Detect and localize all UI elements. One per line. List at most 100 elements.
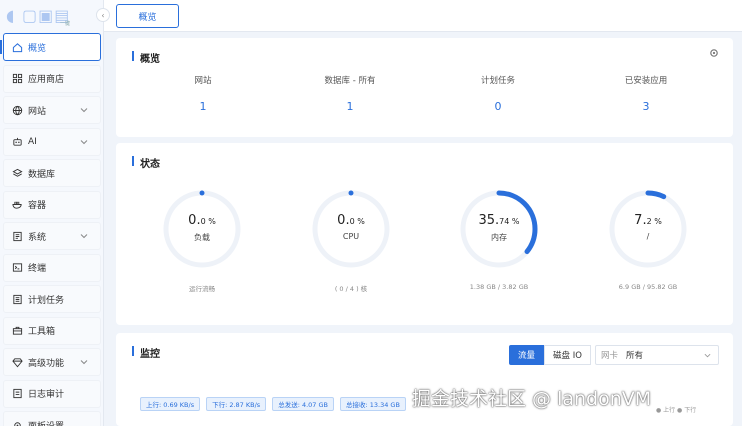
overview-value[interactable]: 0 bbox=[438, 100, 558, 113]
sidebar-item-label: 系统 bbox=[28, 232, 47, 243]
sidebar-item-9[interactable]: 工具箱 bbox=[3, 316, 101, 345]
status-title: 状态 bbox=[132, 155, 160, 170]
gauge-label: 负载 bbox=[194, 233, 210, 242]
chevron-down-icon bbox=[80, 108, 88, 113]
overview-value[interactable]: 3 bbox=[586, 100, 706, 113]
overview-apps[interactable]: 已安装应用 3 bbox=[586, 74, 706, 113]
gauge-value: 0.0 % bbox=[311, 213, 391, 228]
diamond-icon bbox=[11, 356, 23, 368]
tab-disk-io[interactable]: 磁盘 IO bbox=[544, 345, 591, 365]
stat-upload: 上行: 0.69 KB/s bbox=[140, 397, 201, 411]
sidebar-item-label: 应用商店 bbox=[28, 75, 65, 85]
logo: ◖ ▢▣▤ bbox=[6, 6, 86, 25]
stat-total-received: 总接收: 13.34 GB bbox=[339, 397, 406, 411]
overview-label: 数据库 - 所有 bbox=[324, 76, 376, 86]
gauge-unit: % bbox=[354, 217, 365, 226]
monitor-card: 监控 流量 磁盘 IO 网卡 所有 上行: 0.69 KB/s 下行: 2.87… bbox=[116, 333, 733, 426]
globe-icon bbox=[11, 104, 23, 116]
home-icon bbox=[11, 41, 23, 53]
sidebar-item-label: 工具箱 bbox=[28, 327, 56, 337]
schedule-icon bbox=[11, 293, 23, 305]
status-gauge: 0.0 % CPU bbox=[311, 189, 391, 269]
sidebar-item-6[interactable]: 系统 bbox=[3, 222, 101, 250]
sidebar-item-12[interactable]: 面板设置 bbox=[3, 411, 101, 426]
overview-label: 计划任务 bbox=[480, 76, 515, 86]
sidebar-item-label: 容器 bbox=[28, 201, 47, 211]
gauge-unit: % bbox=[509, 217, 520, 226]
gauge-center: 35.74 % 内存 bbox=[459, 189, 539, 269]
stat-download: 下行: 2.87 KB/s bbox=[206, 397, 267, 411]
sidebar-item-label: 计划任务 bbox=[28, 295, 65, 306]
status-gauge: 35.74 % 内存 bbox=[459, 189, 539, 269]
gauge-center: 0.0 % CPU bbox=[311, 189, 391, 269]
overview-databases[interactable]: 数据库 - 所有 1 bbox=[290, 74, 410, 113]
status-card: 状态 0.0 % 负载 运行流畅 0.0 % CPU ( 0 / 4 ) 核 35.74 %… bbox=[116, 143, 733, 325]
sidebar-item-label: 日志审计 bbox=[28, 390, 65, 400]
gauge-value: 0.0 % bbox=[162, 213, 242, 228]
top-tab-bar: 概览 bbox=[104, 0, 742, 32]
gauge-detail: ( 0 / 4 ) 核 bbox=[334, 285, 368, 293]
logo-subtitle: 一键 bbox=[60, 21, 71, 27]
overview-websites[interactable]: 网站 1 bbox=[143, 74, 263, 113]
gauge-unit: % bbox=[205, 217, 216, 226]
sidebar-menu: 概览应用商店网站 AI 数据库容器系统终端计划任务工具箱高级功能日志审计面板设置 bbox=[0, 33, 104, 426]
chevron-down-icon bbox=[80, 360, 88, 365]
nic-value: 所有 bbox=[626, 351, 644, 361]
sidebar-item-3[interactable]: AI bbox=[3, 127, 101, 156]
monitor-title: 监控 bbox=[132, 345, 160, 360]
sidebar-item-11[interactable]: 日志审计 bbox=[3, 379, 101, 408]
status-gauge: 7.2 % / bbox=[608, 189, 688, 269]
robot-icon bbox=[11, 136, 23, 148]
nic-select[interactable]: 网卡 所有 bbox=[595, 345, 719, 365]
gauge-unit: % bbox=[651, 217, 662, 226]
sidebar-item-1[interactable]: 应用商店 bbox=[3, 64, 101, 93]
gauge-value: 7.2 % bbox=[608, 213, 688, 228]
sidebar-item-7[interactable]: 终端 bbox=[3, 253, 101, 282]
gauge-detail: 6.9 GB / 95.82 GB bbox=[618, 283, 678, 291]
tab-overview[interactable]: 概览 bbox=[116, 4, 179, 28]
status-gauge: 0.0 % 负载 bbox=[162, 189, 242, 269]
stat-total-sent: 总发送: 4.07 GB bbox=[272, 397, 334, 411]
sidebar-item-0[interactable]: 概览 bbox=[0, 33, 101, 61]
sidebar: ◖ ▢▣▤ 一键 概览应用商店网站 AI 数据库容器系统终端计划任务工具箱高级功能日… bbox=[0, 0, 104, 426]
collapse-sidebar-button[interactable]: ‹ bbox=[96, 8, 110, 22]
overview-value[interactable]: 1 bbox=[143, 100, 263, 113]
overview-label: 网站 bbox=[194, 76, 212, 86]
gear-icon[interactable] bbox=[709, 48, 719, 58]
sidebar-item-label: 网站 bbox=[28, 106, 47, 117]
gauge-label: 内存 bbox=[491, 233, 507, 242]
chevron-down-icon bbox=[704, 353, 711, 358]
settings-icon bbox=[11, 419, 23, 426]
gauge-decimal: 74 bbox=[499, 217, 510, 226]
sidebar-item-label: 面板设置 bbox=[28, 419, 64, 426]
grid-icon bbox=[11, 73, 23, 85]
overview-cronjobs[interactable]: 计划任务 0 bbox=[438, 74, 558, 113]
layers-icon bbox=[11, 167, 23, 179]
sidebar-item-2[interactable]: 网站 bbox=[3, 96, 101, 124]
sidebar-item-10[interactable]: 高级功能 bbox=[3, 348, 101, 376]
chevron-down-icon bbox=[80, 234, 88, 239]
sidebar-item-8[interactable]: 计划任务 bbox=[3, 285, 101, 313]
nic-prefix: 网卡 bbox=[601, 351, 619, 361]
sidebar-item-4[interactable]: 数据库 bbox=[3, 159, 101, 187]
gauge-label: / bbox=[646, 232, 650, 241]
tab-traffic[interactable]: 流量 bbox=[509, 345, 545, 365]
overview-title: 概览 bbox=[132, 50, 160, 65]
sidebar-item-label: 高级功能 bbox=[28, 358, 65, 369]
toolbox-icon bbox=[11, 325, 23, 337]
terminal-icon bbox=[11, 262, 23, 274]
gauge-label: CPU bbox=[342, 232, 360, 241]
overview-card: 概览 网站 1 数据库 - 所有 1 计划任务 0 已安装应用 3 bbox=[116, 38, 733, 137]
gauge-detail: 1.38 GB / 3.82 GB bbox=[469, 283, 529, 291]
sidebar-item-label: 概览 bbox=[28, 43, 47, 54]
system-icon bbox=[11, 230, 23, 242]
sidebar-item-label: 终端 bbox=[28, 264, 47, 274]
overview-label: 已安装应用 bbox=[624, 76, 668, 86]
overview-value[interactable]: 1 bbox=[290, 100, 410, 113]
gauge-int: 35. bbox=[478, 213, 500, 228]
chevron-left-icon: ‹ bbox=[101, 10, 105, 20]
chart-legend: ● 上行 ● 下行 bbox=[656, 407, 697, 414]
whale-icon bbox=[11, 199, 23, 211]
sidebar-item-5[interactable]: 容器 bbox=[3, 190, 101, 219]
watermark: 掘金技术社区 @ landonVM bbox=[412, 388, 652, 410]
